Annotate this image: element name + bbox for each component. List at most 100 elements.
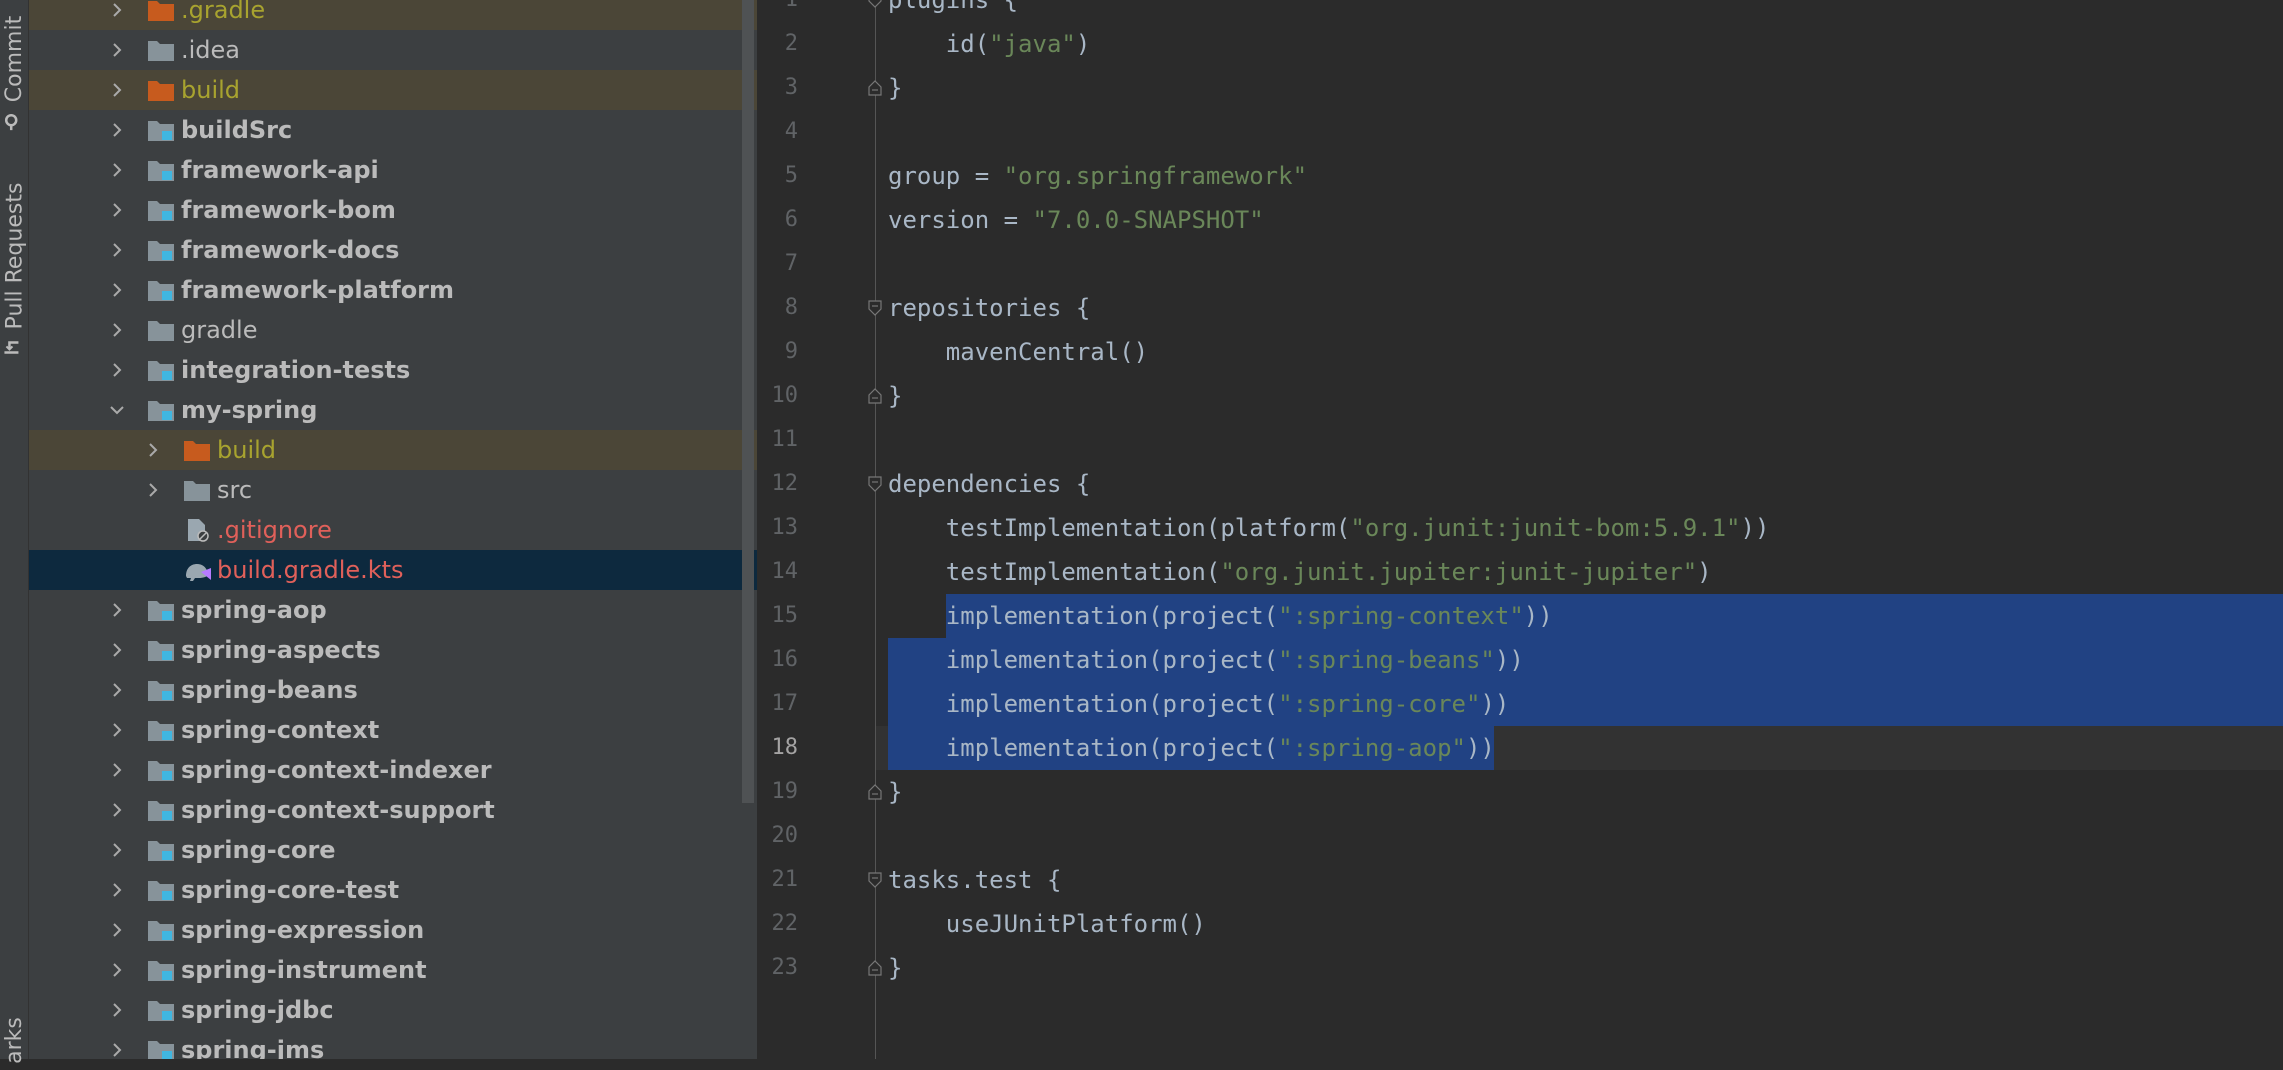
chevron-right-icon[interactable] xyxy=(106,759,128,781)
chevron-right-icon[interactable] xyxy=(106,959,128,981)
code-line[interactable]: implementation(project(":spring-context"… xyxy=(888,594,1553,638)
tree-item[interactable]: spring-beans xyxy=(29,670,757,710)
tree-item[interactable]: .gradle xyxy=(29,0,757,30)
line-number: 6 xyxy=(784,207,798,232)
fold-marker-icon[interactable] xyxy=(868,388,882,404)
chevron-right-icon[interactable] xyxy=(106,359,128,381)
code-line[interactable]: testImplementation("org.junit.jupiter:ju… xyxy=(888,550,1712,594)
code-line[interactable]: implementation(project(":spring-core")) xyxy=(888,682,1510,726)
chevron-right-icon[interactable] xyxy=(106,239,128,261)
tree-item[interactable]: spring-aspects xyxy=(29,630,757,670)
fold-marker-icon[interactable] xyxy=(868,0,882,8)
chevron-right-icon[interactable] xyxy=(106,879,128,901)
tree-item[interactable]: spring-instrument xyxy=(29,950,757,990)
tree-item[interactable]: my-spring xyxy=(29,390,757,430)
tree-item-label: buildSrc xyxy=(181,116,293,144)
chevron-right-icon[interactable] xyxy=(106,919,128,941)
chevron-right-icon[interactable] xyxy=(106,119,128,141)
chevron-right-icon[interactable] xyxy=(106,159,128,181)
chevron-right-icon[interactable] xyxy=(106,799,128,821)
code-line[interactable]: dependencies { xyxy=(888,462,1090,506)
tree-item[interactable]: framework-docs xyxy=(29,230,757,270)
tree-item-label: .idea xyxy=(181,36,241,64)
code-line[interactable]: tasks.test { xyxy=(888,858,1061,902)
chevron-right-icon[interactable] xyxy=(106,999,128,1021)
code-token: testImplementation( xyxy=(888,558,1221,586)
line-number: 13 xyxy=(771,515,799,540)
chevron-right-icon[interactable] xyxy=(106,599,128,621)
code-line[interactable]: } xyxy=(888,374,902,418)
chevron-right-icon[interactable] xyxy=(106,639,128,661)
chevron-right-icon[interactable] xyxy=(106,0,128,21)
code-line[interactable]: useJUnitPlatform() xyxy=(888,902,1206,946)
fold-marker-icon[interactable] xyxy=(868,476,882,492)
tree-item[interactable]: build xyxy=(29,70,757,110)
project-tree-scrollbar[interactable] xyxy=(742,0,754,803)
chevron-right-icon[interactable] xyxy=(142,439,164,461)
tree-item[interactable]: spring-aop xyxy=(29,590,757,630)
tree-item[interactable]: build.gradle.kts xyxy=(29,550,757,590)
tree-item[interactable]: src xyxy=(29,470,757,510)
fold-marker-icon[interactable] xyxy=(868,784,882,800)
code-line[interactable]: implementation(project(":spring-beans")) xyxy=(888,638,1524,682)
chevron-right-icon[interactable] xyxy=(106,39,128,61)
code-line[interactable]: } xyxy=(888,946,902,990)
code-token: ) xyxy=(1697,558,1712,586)
code-line[interactable]: } xyxy=(888,770,902,814)
tree-item[interactable]: spring-jdbc xyxy=(29,990,757,1030)
code-line[interactable]: } xyxy=(888,66,902,110)
code-line[interactable]: implementation(project(":spring-aop")) xyxy=(888,726,1495,770)
fold-marker-icon[interactable] xyxy=(868,80,882,96)
tree-item[interactable]: integration-tests xyxy=(29,350,757,390)
tree-item-label: spring-context-support xyxy=(181,796,495,824)
code-editor[interactable]: 1234567891011121314151617181920212223 pl… xyxy=(758,0,2283,1059)
tree-item[interactable]: gradle xyxy=(29,310,757,350)
fold-marker-icon[interactable] xyxy=(868,300,882,316)
string-literal: "org.junit:junit-bom:5.9.1" xyxy=(1350,514,1741,542)
bookmarks-tool-button[interactable]: arks xyxy=(0,1010,28,1070)
tree-item[interactable]: .idea xyxy=(29,30,757,70)
chevron-right-icon[interactable] xyxy=(106,319,128,341)
tree-item[interactable]: spring-context-support xyxy=(29,790,757,830)
tree-item[interactable]: .gitignore xyxy=(29,510,757,550)
tree-item[interactable]: spring-jms xyxy=(29,1030,757,1059)
chevron-right-icon[interactable] xyxy=(142,479,164,501)
module-folder-icon xyxy=(147,918,175,942)
code-line[interactable]: id("java") xyxy=(888,22,1091,66)
line-number: 4 xyxy=(784,119,798,144)
fold-marker-icon[interactable] xyxy=(868,872,882,888)
tree-item[interactable]: spring-context-indexer xyxy=(29,750,757,790)
tree-item[interactable]: spring-core-test xyxy=(29,870,757,910)
tree-item[interactable]: build xyxy=(29,430,757,470)
tree-item[interactable]: framework-platform xyxy=(29,270,757,310)
tree-item-label: spring-context xyxy=(181,716,380,744)
pull-requests-tool-button[interactable]: Pull Requests xyxy=(0,175,28,365)
code-line[interactable]: version = "7.0.0-SNAPSHOT" xyxy=(888,198,1264,242)
commit-tool-button[interactable]: Commit xyxy=(0,8,28,138)
chevron-right-icon[interactable] xyxy=(106,79,128,101)
code-line[interactable]: group = "org.springframework" xyxy=(888,154,1307,198)
string-literal: "org.springframework" xyxy=(1003,162,1308,190)
code-line[interactable]: mavenCentral() xyxy=(888,330,1148,374)
tree-item[interactable]: framework-api xyxy=(29,150,757,190)
tree-item[interactable]: spring-context xyxy=(29,710,757,750)
tree-item[interactable]: buildSrc xyxy=(29,110,757,150)
chevron-right-icon[interactable] xyxy=(106,279,128,301)
tree-item[interactable]: spring-expression xyxy=(29,910,757,950)
chevron-right-icon[interactable] xyxy=(106,199,128,221)
code-line[interactable]: plugins { xyxy=(888,0,1018,22)
code-token: )) xyxy=(1740,514,1770,542)
chevron-right-icon[interactable] xyxy=(106,1039,128,1059)
code-line[interactable]: testImplementation(platform("org.junit:j… xyxy=(888,506,1770,550)
chevron-right-icon[interactable] xyxy=(106,679,128,701)
chevron-down-icon[interactable] xyxy=(106,399,128,421)
tree-item[interactable]: spring-core xyxy=(29,830,757,870)
fold-marker-icon[interactable] xyxy=(868,960,882,976)
chevron-right-icon[interactable] xyxy=(106,719,128,741)
chevron-right-icon[interactable] xyxy=(106,839,128,861)
bookmarks-tool-label: arks xyxy=(1,1016,27,1064)
tree-item[interactable]: framework-bom xyxy=(29,190,757,230)
code-line[interactable]: repositories { xyxy=(888,286,1090,330)
module-folder-icon xyxy=(147,358,175,382)
code-token: group = xyxy=(888,162,1004,190)
